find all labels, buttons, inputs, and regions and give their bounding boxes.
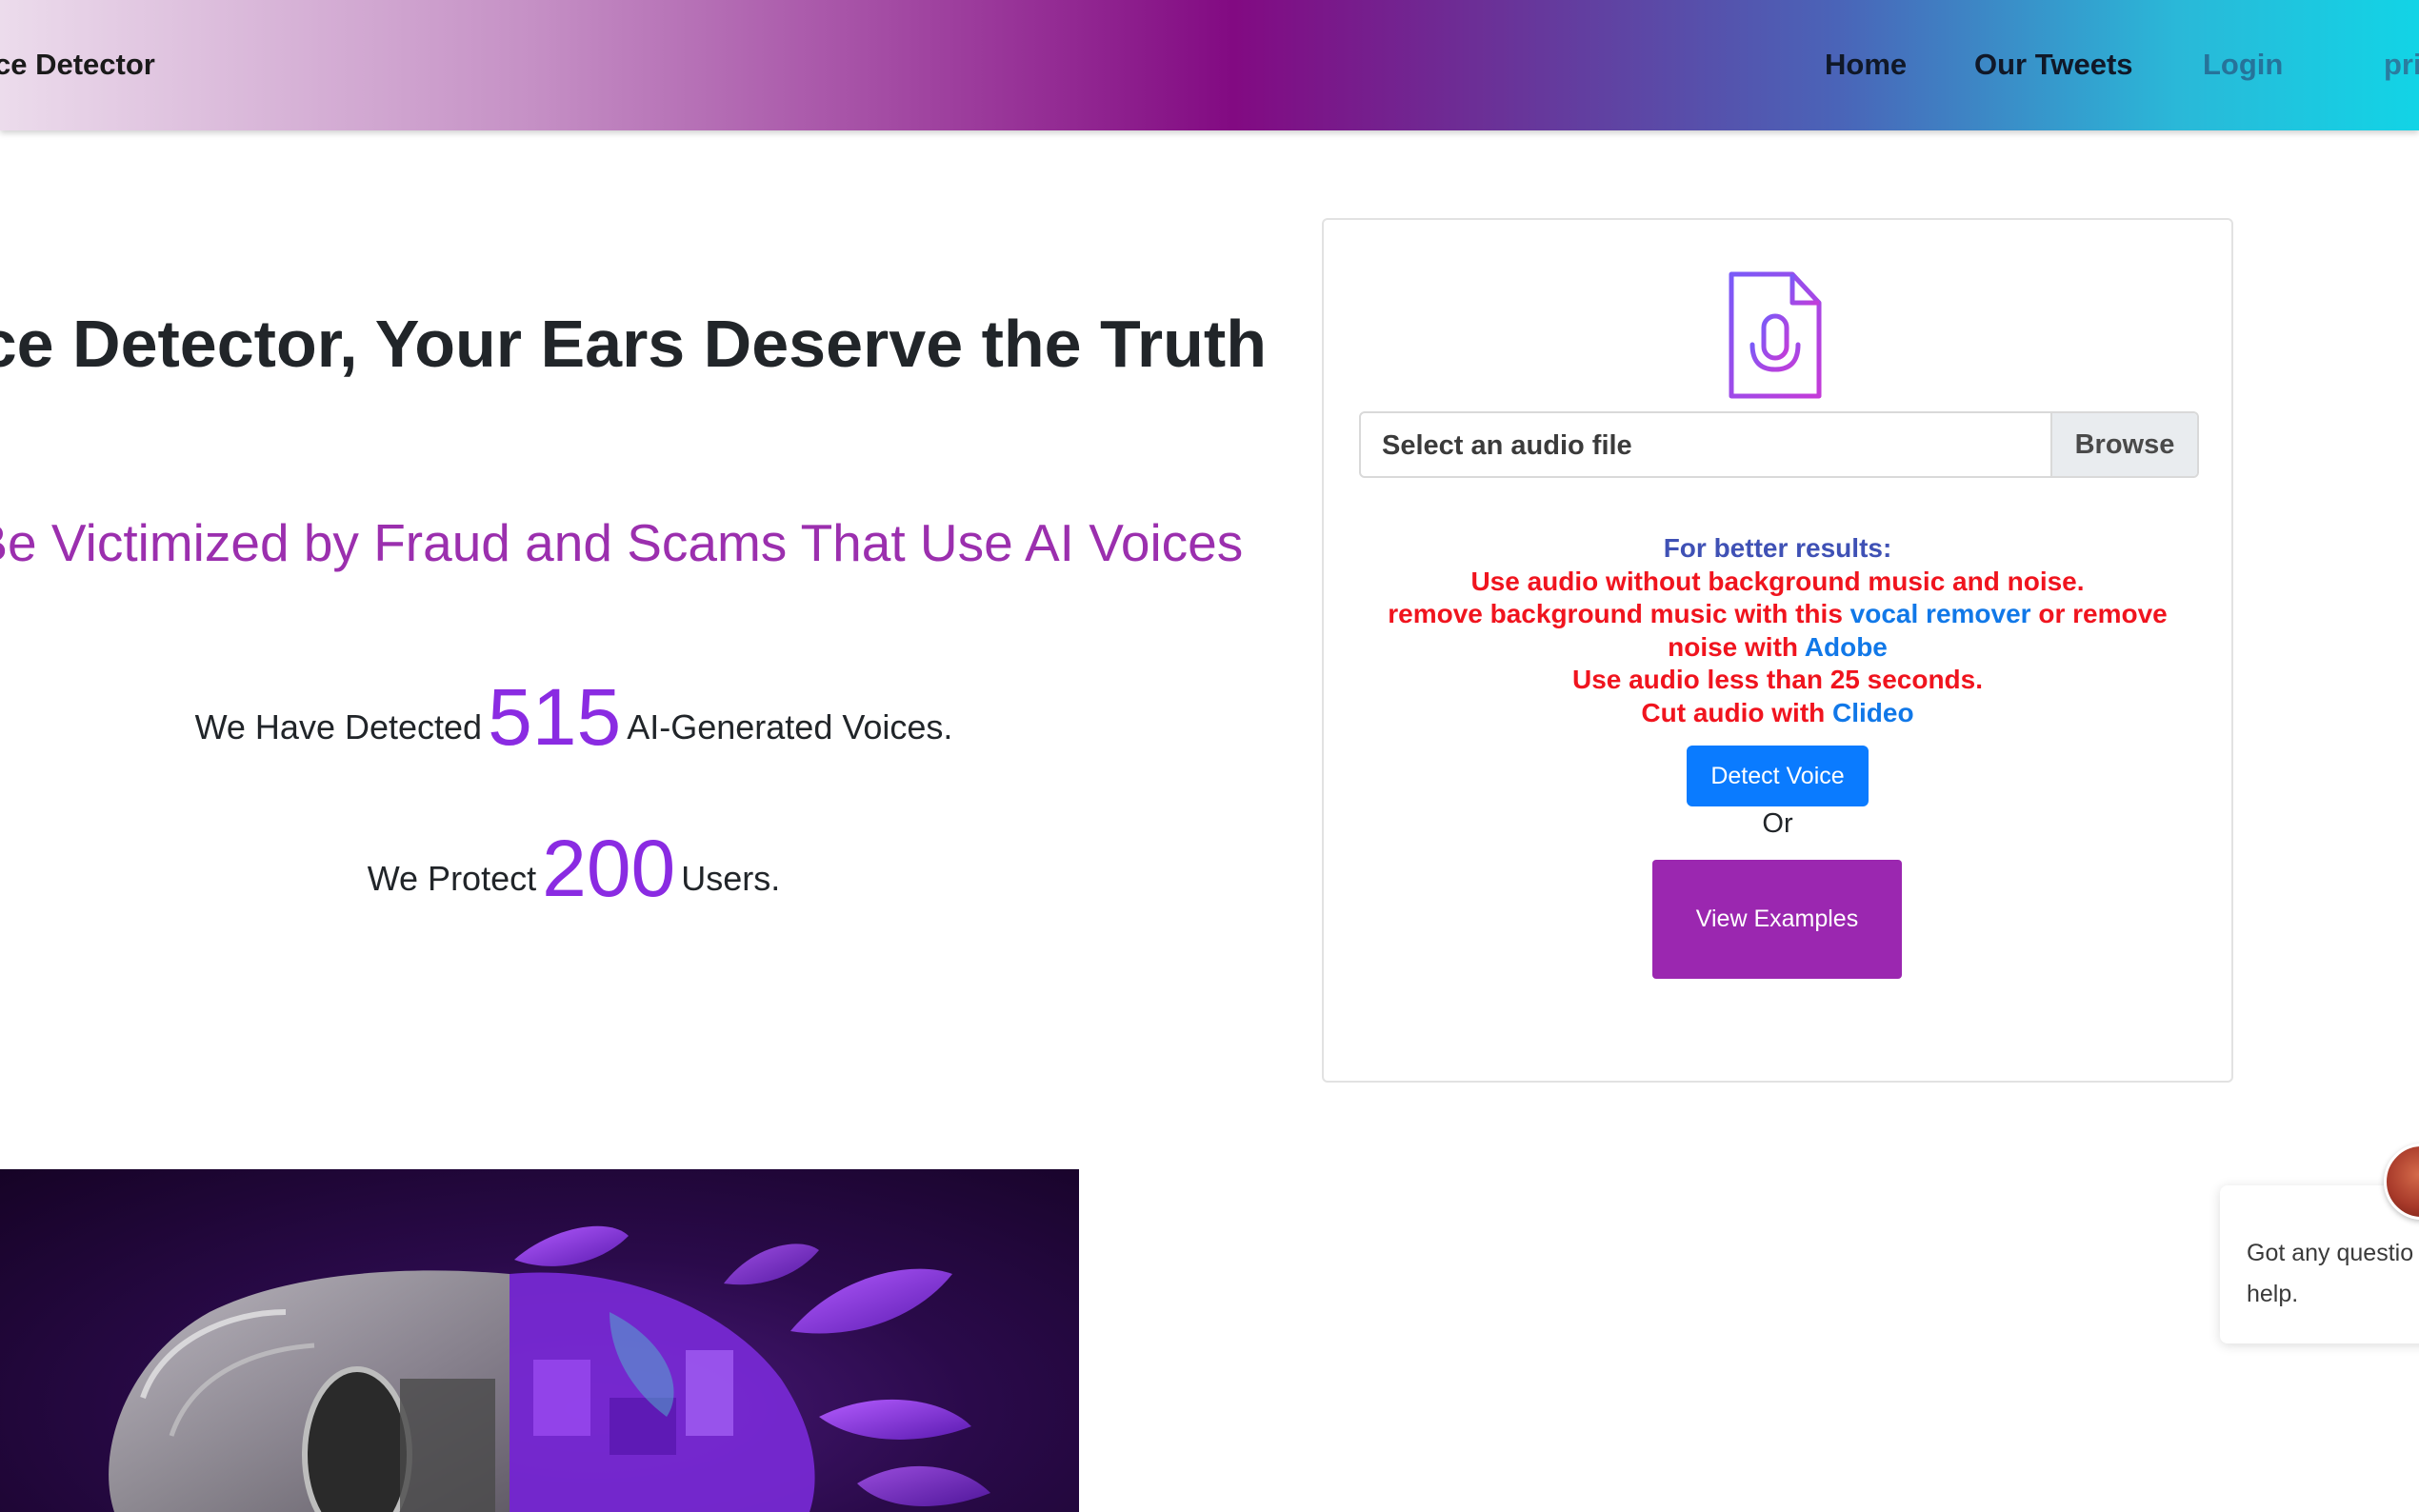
detected-suffix: AI-Generated Voices.: [627, 707, 953, 746]
tip-line-3: Use audio less than 25 seconds.: [1571, 665, 1984, 694]
audio-file-input[interactable]: Select an audio file Browse: [1359, 411, 2199, 478]
view-examples-button[interactable]: View Examples: [1652, 860, 1902, 979]
adobe-link[interactable]: Adobe: [1805, 632, 1888, 662]
file-input-placeholder: Select an audio file: [1382, 430, 1632, 461]
nav-link-pricing[interactable]: pri: [2384, 48, 2419, 82]
detected-stat: We Have Detected515 AI-Generated Voices.: [0, 671, 1338, 764]
detect-voice-button[interactable]: Detect Voice: [1687, 746, 1869, 806]
hero-title: Voice Detector, Your Ears Deserve the Tr…: [0, 307, 1267, 381]
tip-line-2: remove background music with this vocal …: [1369, 598, 2188, 664]
chat-widget-bubble[interactable]: Got any questio help.: [2220, 1185, 2419, 1343]
nav-link-login[interactable]: Login: [2203, 48, 2283, 82]
clideo-link[interactable]: Clideo: [1832, 698, 1914, 727]
tips-section: For better results: Use audio without ba…: [1324, 532, 2231, 729]
tips-heading: For better results:: [1663, 533, 1892, 563]
top-navbar: ce Detector Home Our Tweets Login pri: [0, 0, 2419, 130]
tip-line-4-prefix: Cut audio with: [1641, 697, 1826, 727]
tip-line-4: Cut audio with Clideo: [1324, 697, 2231, 730]
tip-line-1: Use audio without background music and n…: [1470, 566, 2085, 596]
nav-link-home[interactable]: Home: [1825, 48, 1907, 82]
upload-card: Select an audio file Browse For better r…: [1322, 218, 2233, 1083]
protect-suffix: Users.: [681, 859, 781, 898]
protect-stat: We Protect200 Users.: [0, 823, 1338, 915]
protect-count: 200: [542, 824, 676, 913]
vocal-remover-link[interactable]: vocal remover: [1850, 599, 2031, 628]
chat-widget-line-2: help.: [2247, 1281, 2299, 1307]
or-separator: Or: [1762, 808, 1793, 839]
browse-button[interactable]: Browse: [2050, 413, 2197, 476]
hero-subtitle: n't Be Victimized by Fraud and Scams Tha…: [0, 513, 1244, 572]
detected-prefix: We Have Detected: [194, 707, 483, 746]
chat-widget-line-1: Got any questio: [2247, 1240, 2414, 1266]
ai-head-illustration: [0, 1169, 1079, 1512]
audio-file-icon: [1729, 271, 1822, 399]
protect-prefix: We Protect: [367, 859, 537, 898]
nav-link-our-tweets[interactable]: Our Tweets: [1974, 48, 2133, 82]
detected-count: 515: [488, 672, 622, 762]
tip-line-2-prefix: remove background music with this: [1388, 599, 1843, 628]
head-artwork-icon: [109, 1225, 990, 1512]
brand-title[interactable]: ce Detector: [0, 48, 155, 82]
